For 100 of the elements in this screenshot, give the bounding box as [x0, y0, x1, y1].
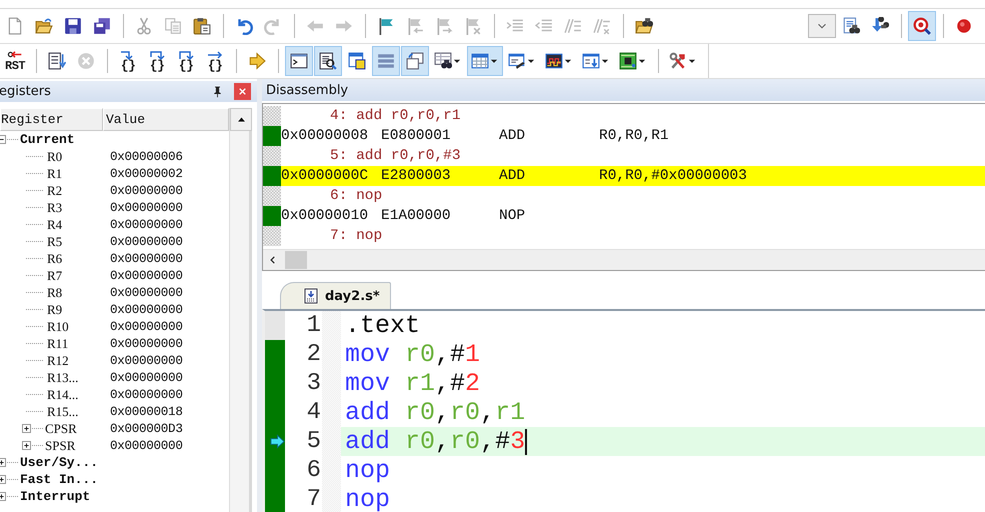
mnemonic: ADD: [499, 168, 526, 184]
line-number: 7: [306, 485, 322, 512]
register-value: 0x000000D3: [110, 422, 184, 436]
register-value: 0x00000000: [110, 336, 184, 350]
register-name[interactable]: R15...: [47, 404, 78, 420]
step-arrow-icon: [149, 50, 166, 60]
tree-group-label[interactable]: Current: [20, 132, 75, 147]
run-icon: [48, 52, 66, 70]
debug-icon: [913, 17, 931, 35]
fold-margin: [322, 398, 341, 427]
toolbar-button[interactable]: [314, 46, 342, 76]
register-name[interactable]: R14...: [47, 386, 78, 402]
file-tab[interactable]: day2.s*: [280, 282, 391, 309]
expand-toggle[interactable]: [22, 424, 31, 433]
scroll-up-button[interactable]: [230, 108, 252, 131]
breakpoint-icon: [955, 17, 973, 35]
step-arrow-icon: [178, 50, 194, 60]
source-line: 4: add r0,r0,r1: [329, 108, 462, 124]
source-line: 6: nop: [329, 188, 384, 204]
column-header[interactable]: Value: [103, 108, 229, 131]
tree-group-label[interactable]: Fast In...: [20, 472, 98, 487]
register-value: 0x00000000: [110, 234, 184, 248]
toolbar-button[interactable]: {}: [114, 46, 142, 76]
register-value: 0x00000000: [110, 286, 184, 300]
arrow-icon: [248, 52, 266, 70]
open-folder-icon: [35, 17, 53, 35]
register-name[interactable]: R1: [47, 166, 62, 182]
uncomment-icon: [593, 17, 611, 35]
register-name[interactable]: R5: [47, 234, 62, 250]
code-text: .text: [345, 311, 420, 340]
toolbar-button[interactable]: RST: [1, 46, 30, 76]
code-text: add r0,r0,#3: [345, 427, 526, 456]
register-name[interactable]: R2: [47, 182, 62, 198]
register-name[interactable]: R4: [47, 216, 62, 232]
scrollbar[interactable]: [229, 108, 252, 512]
register-value: 0x00000000: [110, 200, 184, 214]
register-value: 0x00000000: [110, 354, 184, 368]
register-name[interactable]: R7: [47, 268, 62, 284]
opcode: E0800001: [381, 128, 452, 144]
scroll-thumb[interactable]: [285, 251, 307, 269]
line-number: 5: [306, 427, 322, 456]
serial-window-icon: [508, 52, 526, 70]
register-name[interactable]: R13...: [47, 370, 78, 386]
folder-binoculars-icon: [635, 17, 653, 35]
coverage-marker: [263, 126, 281, 146]
expand-toggle[interactable]: [22, 441, 31, 450]
register-name[interactable]: R3: [47, 200, 62, 216]
toolbar-button[interactable]: [908, 11, 936, 41]
tree-group-label[interactable]: Interrupt: [20, 489, 90, 504]
floppy-disks-icon: [93, 17, 111, 35]
opcode: E1A00000: [381, 208, 452, 224]
plus-icon: [23, 425, 30, 432]
horizontal-scrollbar[interactable]: [263, 249, 985, 270]
fold-margin: [322, 311, 341, 340]
register-name[interactable]: R0: [47, 148, 62, 164]
opcode: E2800003: [381, 168, 452, 184]
toolbar-button[interactable]: {}: [201, 46, 230, 76]
register-name[interactable]: R9: [47, 302, 62, 318]
gutter-cell: [263, 106, 281, 126]
register-value: 0x00000000: [110, 184, 184, 198]
plus-icon: [0, 459, 5, 466]
line-number: 2: [306, 340, 322, 369]
register-name[interactable]: R11: [47, 336, 68, 352]
register-name[interactable]: SPSR: [45, 438, 76, 454]
close-button[interactable]: [234, 83, 251, 100]
hammer-wrench-icon: [669, 52, 688, 70]
line-number: 4: [306, 398, 322, 427]
disassembly-window-icon: [319, 52, 338, 70]
code-text: nop: [345, 456, 390, 485]
register-value: 0x00000006: [110, 150, 184, 164]
document-icon: [6, 17, 24, 35]
address: 0x00000010: [281, 208, 370, 224]
operands: R0,R0,#0x00000003: [599, 168, 748, 184]
code-text: add r0,r0,r1: [345, 398, 526, 427]
trace-window-icon: [582, 52, 600, 70]
source-line: 5: add r0,r0,#3: [329, 148, 462, 164]
register-name[interactable]: R10: [47, 318, 69, 334]
tree-group-label[interactable]: User/Sy...: [20, 455, 98, 470]
close-icon: [237, 86, 248, 97]
toolbar-button[interactable]: {}: [172, 46, 200, 76]
source-line: 7: nop: [329, 228, 384, 244]
register-value: 0x00000000: [110, 252, 184, 266]
scissors-icon: [135, 17, 153, 35]
register-name[interactable]: R8: [47, 284, 62, 300]
code-text: mov r1,#2: [345, 369, 480, 398]
highlighted-row[interactable]: 0x0000000C E2800003 ADD R0,R0,#0x00000003: [263, 166, 985, 186]
mnemonic: NOP: [499, 208, 526, 224]
toolbar-button[interactable]: [285, 46, 314, 76]
register-name[interactable]: R6: [47, 250, 62, 266]
column-header[interactable]: Register: [0, 108, 103, 131]
gutter-cell: [263, 226, 281, 246]
circuit-board-icon: [619, 52, 638, 70]
register-value: 0x00000000: [110, 388, 184, 402]
fold-margin: [322, 456, 341, 485]
register-value: 0x00000000: [110, 302, 184, 316]
toolbar-button[interactable]: {}: [143, 46, 172, 76]
register-name[interactable]: R12: [47, 352, 69, 368]
register-name[interactable]: CPSR: [45, 420, 77, 436]
line-number: 1: [306, 311, 322, 340]
panel-title: egisters: [0, 84, 52, 99]
